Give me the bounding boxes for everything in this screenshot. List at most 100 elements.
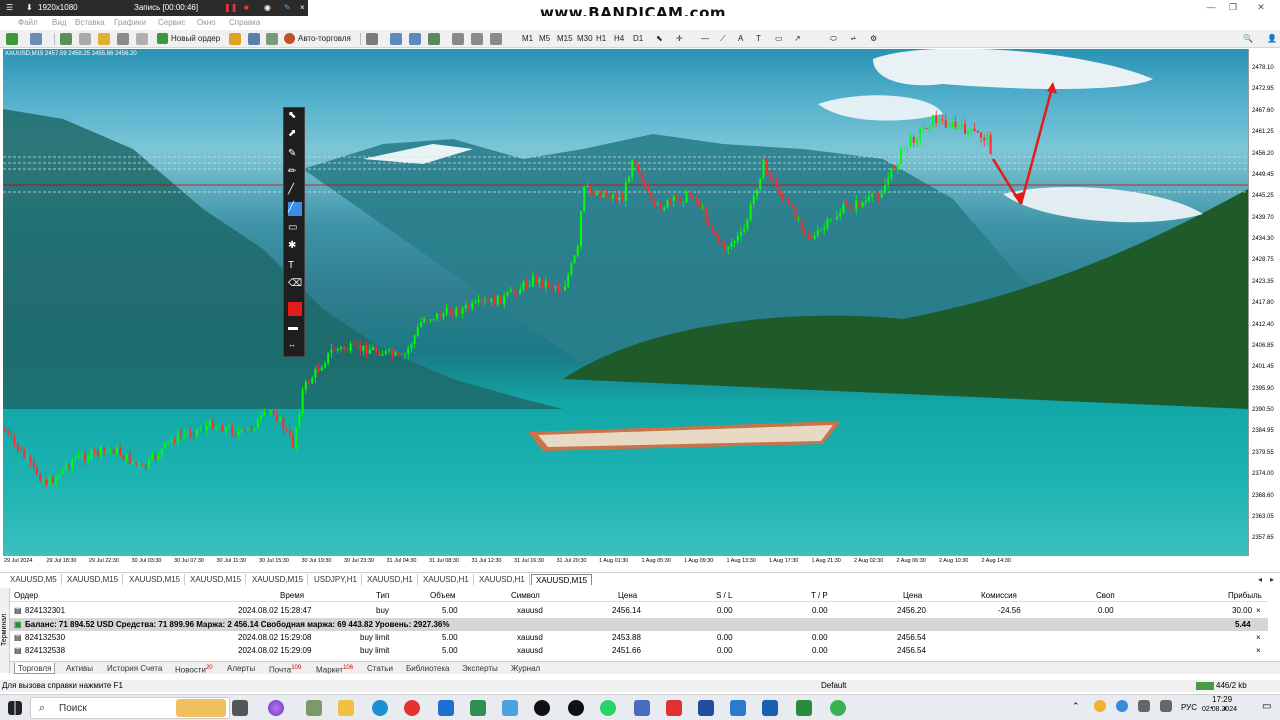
col-symbol[interactable]: Символ [511,589,540,602]
tab-news[interactable]: Новости20 [175,663,213,675]
table-row[interactable]: ▤ 824132538 2024.08.02 15:29:09 buy limi… [10,644,1268,657]
edge-icon[interactable] [372,700,388,716]
maximize-icon[interactable]: ❐ [1222,0,1244,14]
menu-view[interactable]: Вид [52,18,66,27]
task-view-icon[interactable] [232,700,248,716]
minimize-icon[interactable]: — [1200,0,1222,14]
col-profit[interactable]: Прибыль [1228,589,1262,602]
menu-charts[interactable]: Графики [114,18,146,27]
col-tp[interactable]: T / P [811,589,828,602]
language-indicator[interactable]: РУС [1181,703,1197,712]
tester-icon[interactable] [136,33,148,45]
menu-file[interactable]: Файл [18,18,38,27]
chart-tab[interactable]: USDJPY,H1 [310,574,362,585]
tabs-scroll-right-icon[interactable]: ▸ [1266,574,1278,585]
zoom-out-icon[interactable] [409,33,421,45]
bar-chart-icon[interactable] [366,33,378,45]
data-window-icon[interactable] [79,33,91,45]
calculator-icon[interactable] [470,700,486,716]
new-order-button[interactable]: Новый ордер [157,32,220,46]
timeframe-d1[interactable]: D1 [633,32,643,46]
price-chart[interactable]: XAUUSD,M15 2457.59 2458.25 2455.86 2456.… [3,49,1248,556]
yandex-icon[interactable] [404,700,420,716]
chart-tab[interactable]: XAUUSD,M15 [63,574,124,585]
col-volume[interactable]: Объем [430,589,456,602]
mail-icon[interactable] [438,700,454,716]
app-icon[interactable] [634,700,650,716]
obs-icon[interactable] [534,700,550,716]
pen-icon[interactable]: ✎ [284,3,291,12]
app-icon[interactable] [730,700,746,716]
ellipse-icon[interactable]: ⬭ [830,32,837,46]
timeframe-h4[interactable]: H4 [614,32,624,46]
signals-icon[interactable] [248,33,260,45]
recorder-pin-icon[interactable]: ⬇ [26,3,33,12]
tab-trade[interactable]: Торговля [14,663,56,674]
tab-articles[interactable]: Статьи [367,663,393,674]
chart-tab[interactable]: XAUUSD,H1 [363,574,418,585]
palette-highlighter-icon[interactable]: ╱ [288,202,302,216]
rectangle-icon[interactable]: ▭ [775,32,783,46]
pause-icon[interactable]: ❚❚ [224,3,237,12]
palette-thickness-icon[interactable]: ▬ [288,322,302,336]
bandicam-icon[interactable] [568,700,584,716]
arrow-icon[interactable]: ↗ [794,32,801,46]
cursor-icon[interactable]: ⬉ [656,32,663,46]
col-time[interactable]: Время [280,589,304,602]
tile-windows-icon[interactable] [428,33,440,45]
menu-window[interactable]: Окно [197,18,216,27]
menu-help[interactable]: Справка [229,18,260,27]
tabs-scroll-left-icon[interactable]: ◂ [1254,574,1266,585]
app-icon[interactable] [306,700,322,716]
tray-chevron-icon[interactable]: ⌃ [1072,701,1080,712]
yandex-browser-icon[interactable] [666,700,682,716]
vps-icon[interactable] [266,33,278,45]
palette-rectangle-icon[interactable]: ▭ [288,222,302,236]
whatsapp-icon[interactable] [600,700,616,716]
tray-icon[interactable] [1094,700,1106,712]
file-explorer-icon[interactable] [338,700,354,716]
palette-marker-icon[interactable]: ✏ [288,166,302,180]
palette-expand-icon[interactable]: ↔ [288,340,302,354]
zoom-in-icon[interactable] [390,33,402,45]
timeframe-m30[interactable]: M30 [577,32,593,46]
clock-time[interactable]: 17:29 [1212,695,1232,704]
col-type[interactable]: Тип [376,589,389,602]
palette-fill-icon[interactable]: ✱ [288,240,302,254]
new-chart-icon[interactable] [6,33,18,45]
close-order-icon[interactable]: × [1256,631,1261,644]
tray-icon[interactable] [1160,700,1172,712]
search-icon[interactable]: 🔍 [1243,32,1253,46]
palette-line-icon[interactable]: ╱ [288,184,302,198]
metatrader-icon[interactable] [796,700,812,716]
vertical-line-icon[interactable]: — [701,32,709,46]
tab-mailbox[interactable]: Почта109 [269,663,301,675]
app-icon[interactable] [830,700,846,716]
close-order-icon[interactable]: × [1256,604,1261,617]
fibonacci-icon[interactable]: ⩫ [850,32,857,46]
col-sl[interactable]: S / L [716,589,732,602]
app-icon[interactable] [762,700,778,716]
chart-tab[interactable]: XAUUSD,M5 [6,574,62,585]
col-order[interactable]: Ордер [14,589,38,602]
label-tool-icon[interactable]: T [756,32,761,46]
chart-tab-active[interactable]: XAUUSD,M15 [531,574,593,585]
tab-library[interactable]: Библиотека [406,663,450,674]
tab-experts[interactable]: Эксперты [462,663,498,674]
user-icon[interactable]: 👤 [1267,32,1277,46]
tab-journal[interactable]: Журнал [511,663,540,674]
text-tool-icon[interactable]: A [738,32,743,46]
clock-date[interactable]: 02.08.2024 [1202,706,1237,713]
table-row[interactable]: ▤ 824132301 2024.08.02 15:28:47 buy 5.00… [10,604,1268,617]
recorder-menu-icon[interactable]: ☰ [6,3,13,12]
camera-icon[interactable]: ◉ [264,3,271,12]
palette-color-swatch[interactable] [288,302,302,316]
app-icon[interactable] [698,700,714,716]
col-price-current[interactable]: Цена [903,589,922,602]
chart-shift-icon[interactable] [452,33,464,45]
palette-cursor-icon[interactable]: ⬉ [288,110,302,124]
col-price[interactable]: Цена [618,589,637,602]
table-row[interactable]: ▤ 824132530 2024.08.02 15:29:08 buy limi… [10,631,1268,644]
more-tools-icon[interactable]: ⚙ [870,32,877,46]
recorder-close-icon[interactable]: × [300,3,305,12]
